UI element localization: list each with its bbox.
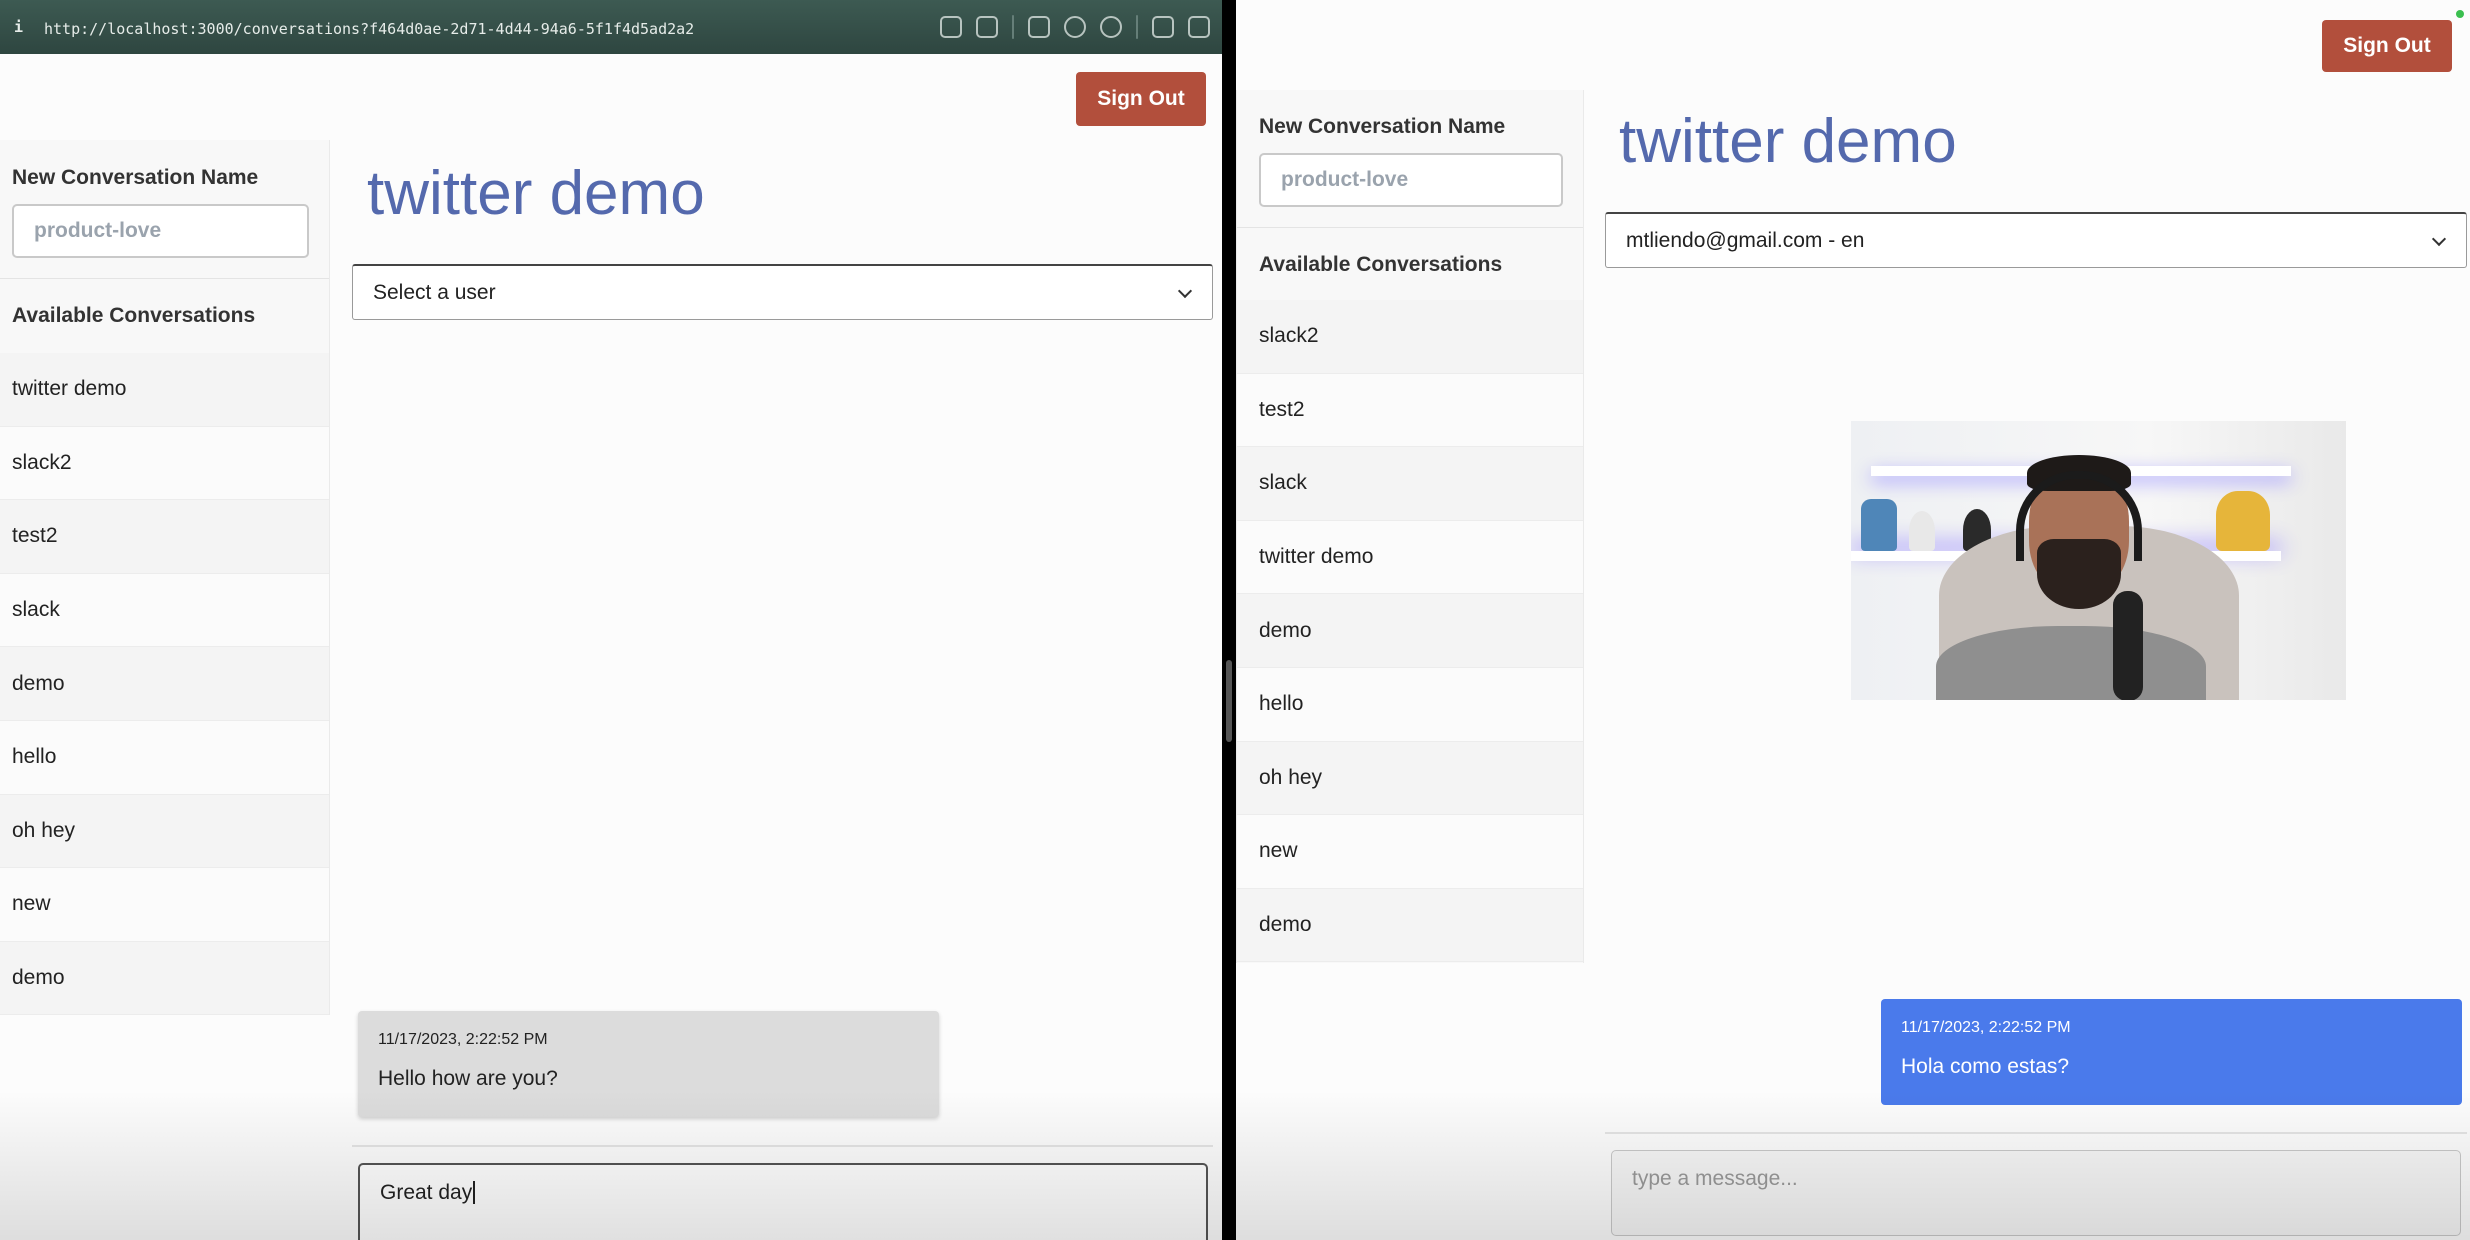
new-conversation-label: New Conversation Name <box>12 166 259 189</box>
conversation-sidebar: New Conversation Name product-love Avail… <box>0 140 330 1016</box>
message-timestamp: 11/17/2023, 2:22:52 PM <box>1901 1019 2071 1036</box>
sidebar-divider <box>1237 227 1583 228</box>
conversation-item[interactable]: demo <box>0 941 329 1016</box>
message-input-placeholder: type a message... <box>1632 1167 1798 1190</box>
conversation-item[interactable]: test2 <box>1237 373 1583 448</box>
sign-out-button[interactable]: Sign Out <box>2322 20 2452 72</box>
site-info-icon[interactable]: i <box>14 18 23 36</box>
message-bubble: 11/17/2023, 2:22:52 PM Hello how are you… <box>358 1011 939 1117</box>
conversation-item[interactable]: new <box>1237 815 1583 889</box>
crosshair-icon[interactable] <box>1100 16 1122 38</box>
toolbar-divider <box>1136 15 1138 39</box>
new-conversation-label: New Conversation Name <box>1259 115 1506 138</box>
figurine <box>2216 491 2270 551</box>
message-input[interactable]: type a message... <box>1611 1150 2461 1236</box>
sign-out-button[interactable]: Sign Out <box>1076 72 1206 126</box>
conversation-item[interactable]: twitter demo <box>1237 520 1583 595</box>
conversation-item[interactable]: oh hey <box>1237 741 1583 816</box>
conversation-item[interactable]: test2 <box>0 500 329 574</box>
figurine <box>1861 499 1897 551</box>
webcam-video <box>1851 421 2346 700</box>
conversation-item[interactable]: demo <box>1237 888 1583 963</box>
toolbar-divider <box>1012 15 1014 39</box>
conversation-list: twitter demo slack2 test2 slack demo hel… <box>0 353 329 1016</box>
split-resize-handle[interactable] <box>1226 660 1232 742</box>
url-text[interactable]: http://localhost:3000/conversations?f464… <box>44 20 694 38</box>
sidebar-divider <box>0 278 329 279</box>
message-timestamp: 11/17/2023, 2:22:52 PM <box>378 1031 548 1048</box>
new-conversation-input[interactable]: product-love <box>12 204 309 258</box>
conversation-item[interactable]: slack2 <box>0 426 329 501</box>
user-select-value: mtliendo@gmail.com - en <box>1626 228 1865 252</box>
conversation-item[interactable]: slack <box>1237 447 1583 521</box>
conversation-list: slack2 test2 slack twitter demo demo hel… <box>1237 300 1583 963</box>
status-dot-icon <box>2456 10 2464 18</box>
message-bubble: 11/17/2023, 2:22:52 PM Hola como estas? <box>1881 999 2462 1105</box>
conversation-item[interactable]: oh hey <box>0 794 329 869</box>
available-conversations-label: Available Conversations <box>12 304 256 327</box>
split-view-icon[interactable] <box>1188 16 1210 38</box>
composer-divider <box>1605 1132 2467 1134</box>
left-browser-window: i http://localhost:3000/conversations?f4… <box>0 0 1222 1240</box>
available-conversations-label: Available Conversations <box>1259 253 1503 276</box>
right-browser-window: Sign Out New Conversation Name product-l… <box>1236 0 2470 1240</box>
conversation-item[interactable]: demo <box>1237 594 1583 668</box>
message-text: Hola como estas? <box>1901 1055 2070 1078</box>
conversation-item[interactable]: twitter demo <box>0 353 329 427</box>
page-title: twitter demo <box>1619 107 1957 176</box>
figurine <box>1909 511 1935 551</box>
camera-icon[interactable] <box>976 16 998 38</box>
conversation-item[interactable]: new <box>0 868 329 942</box>
link-icon[interactable] <box>940 16 962 38</box>
microphone <box>2113 591 2143 700</box>
message-text: Hello how are you? <box>378 1067 558 1090</box>
terminal-icon[interactable] <box>1028 16 1050 38</box>
conversation-sidebar: New Conversation Name product-love Avail… <box>1236 90 1584 963</box>
message-input[interactable]: Great day <box>358 1163 1208 1240</box>
composer-divider <box>352 1145 1213 1147</box>
page-title: twitter demo <box>367 159 705 228</box>
user-select[interactable]: Select a user <box>352 264 1213 320</box>
extension-icon[interactable] <box>1152 16 1174 38</box>
user-select[interactable]: mtliendo@gmail.com - en <box>1605 212 2467 268</box>
conversation-item[interactable]: demo <box>0 647 329 721</box>
chevron-down-icon <box>2431 231 2447 246</box>
message-input-value: Great day <box>380 1181 473 1204</box>
globe-icon[interactable] <box>1064 16 1086 38</box>
browser-toolbar <box>940 15 1210 39</box>
new-conversation-input[interactable]: product-love <box>1259 153 1563 207</box>
person-shirt <box>1936 626 2206 700</box>
chevron-down-icon <box>1177 283 1193 298</box>
text-caret <box>473 1181 476 1204</box>
conversation-item[interactable]: slack2 <box>1237 300 1583 374</box>
split-divider <box>1222 0 1236 1240</box>
user-select-value: Select a user <box>373 280 496 304</box>
conversation-item[interactable]: hello <box>0 720 329 795</box>
conversation-item[interactable]: slack <box>0 573 329 648</box>
conversation-item[interactable]: hello <box>1237 667 1583 742</box>
address-bar[interactable]: i http://localhost:3000/conversations?f4… <box>0 0 1222 54</box>
